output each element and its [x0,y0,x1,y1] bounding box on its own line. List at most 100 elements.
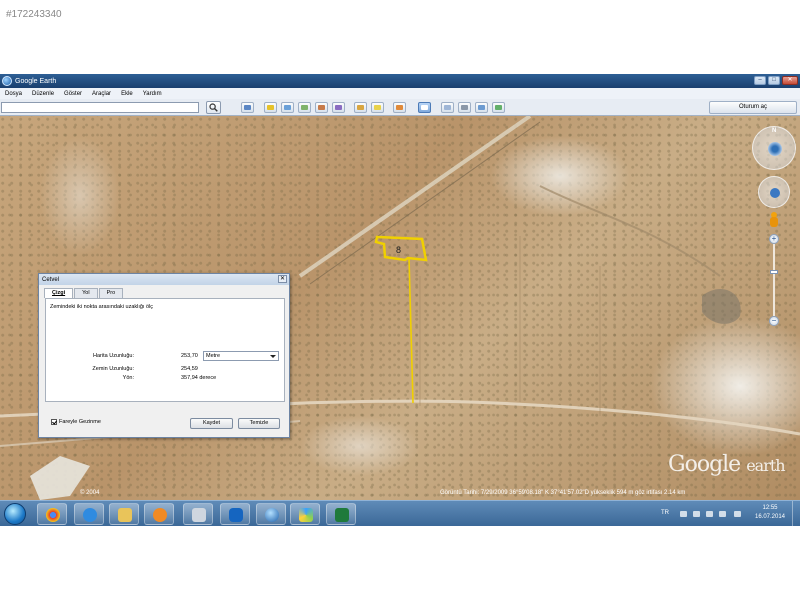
internet-explorer-icon [83,508,97,522]
menu-dosya[interactable]: Dosya [0,91,27,97]
record-tour-button[interactable] [332,102,345,113]
ruler-close-button[interactable]: ✕ [278,275,287,283]
menu-bar: Dosya Düzenle Göster Araçlar Ekle Yardım [0,88,800,99]
google-earth-icon [2,76,12,86]
sunlight-button[interactable] [371,102,384,113]
media-player-icon [153,508,167,522]
menu-goster[interactable]: Göster [59,91,87,97]
mouse-navigation-checkbox[interactable] [51,419,57,425]
tab-path[interactable]: Yol [74,288,98,298]
status-line: Görüntü Tarihi: 7/29/2009 36°59'08.18" K… [440,490,686,496]
taskbar-excel[interactable] [326,503,356,525]
ruler-tabs: Çizgi Yol Pro [39,285,289,298]
search-button[interactable] [206,101,221,114]
imagery-copyright: © 2004 [80,490,100,496]
title-bar[interactable]: Google Earth – □ ✕ [0,74,800,88]
heading-label: Yön: [122,375,134,381]
minimize-button[interactable]: – [754,76,766,85]
heading-value: 357,94 derece [181,375,217,381]
record-tour-icon [335,105,342,110]
clock-date[interactable]: 16.07.2014 [750,514,790,520]
clear-button[interactable]: Temizle [238,418,280,429]
taskbar-chrome[interactable] [37,503,67,525]
taskbar-media-player[interactable] [144,503,174,525]
eye-icon [768,142,782,156]
mouse-navigation-label: Fareyle Gezinme [59,419,101,425]
taskbar-internet-explorer[interactable] [74,503,104,525]
taskbar-file-explorer[interactable] [109,503,139,525]
toolbar: Oturum aç [0,99,800,116]
path-icon [301,105,308,110]
logo-earth-text: earth [746,456,785,475]
taskbar-calculator[interactable] [183,503,213,525]
taskbar-google-earth[interactable] [256,503,286,525]
ruler-title: Cetvel [42,276,60,283]
minimize-icon: – [758,77,762,83]
look-control[interactable]: N [752,126,796,170]
chevron-down-icon [270,355,276,358]
ruler-icon [421,105,428,110]
menu-duzenle[interactable]: Düzenle [27,91,59,97]
save-button[interactable]: Kaydet [190,418,233,429]
volume-icon[interactable] [719,511,726,517]
taskbar: TR 12:55 16.07.2014 [0,500,800,526]
close-icon: ✕ [787,77,793,83]
email-button[interactable] [441,102,454,113]
save-image-button[interactable] [475,102,488,113]
ground-length-value: 254,59 [181,366,198,372]
compass-north-label: N [772,128,777,134]
save-image-icon [478,105,485,110]
parcel-number: 8 [396,245,401,255]
zoom-in-button[interactable]: + [769,234,779,244]
print-icon [461,105,468,110]
add-polygon-button[interactable] [281,102,294,113]
sign-in-button[interactable]: Oturum aç [709,101,797,114]
menu-yardim[interactable]: Yardım [138,91,167,97]
search-input[interactable] [1,102,199,113]
pinwheel-icon [299,508,313,522]
ruler-button[interactable] [418,102,431,113]
tray-arrow-icon[interactable] [680,511,687,517]
mouse-navigation-option[interactable]: Fareyle Gezinme [51,419,101,425]
switch-planet-button[interactable] [393,102,406,113]
clock-time[interactable]: 12:55 [755,505,785,511]
zoom-out-button[interactable]: − [769,316,779,326]
menu-ekle[interactable]: Ekle [116,91,138,97]
file-explorer-icon [118,508,132,522]
pegman-icon[interactable] [769,212,779,228]
ruler-titlebar[interactable]: Cetvel [39,274,289,285]
zoom-handle[interactable] [770,270,778,274]
planet-icon [396,105,403,110]
menu-araclar[interactable]: Araçlar [87,91,116,97]
tab-line[interactable]: Çizgi [44,288,74,298]
ruler-dialog: Cetvel ✕ Çizgi Yol Pro Zemindeki iki nok… [38,273,290,438]
action-center-icon[interactable] [693,511,700,517]
zoom-slider[interactable]: + − [768,234,780,326]
start-button[interactable] [4,503,26,525]
maximize-button[interactable]: □ [768,76,780,85]
taskbar-pinwheel-app[interactable] [290,503,320,525]
close-button[interactable]: ✕ [782,76,798,85]
sun-icon [374,105,381,110]
network-icon[interactable] [706,511,713,517]
measurement-line [408,257,414,404]
taskbar-teamviewer[interactable] [220,503,250,525]
map-view[interactable]: 8 N + − Google earth © 2004 Görüntü Tari… [0,116,800,502]
historical-imagery-button[interactable] [354,102,367,113]
move-control[interactable] [758,176,790,208]
teamviewer-icon [229,508,243,522]
battery-icon[interactable] [734,511,741,517]
image-overlay-button[interactable] [315,102,328,113]
add-placemark-button[interactable] [264,102,277,113]
listing-id: #172243340 [6,9,62,20]
language-indicator[interactable]: TR [661,510,669,516]
tab-pro[interactable]: Pro [98,288,124,298]
show-desktop-button[interactable] [792,501,800,526]
print-button[interactable] [458,102,471,113]
sidebar-toggle-button[interactable] [241,102,254,113]
view-in-maps-button[interactable] [492,102,505,113]
placemark-icon [267,105,274,110]
email-icon [444,105,451,110]
add-path-button[interactable] [298,102,311,113]
unit-select[interactable]: Metre [203,351,279,361]
